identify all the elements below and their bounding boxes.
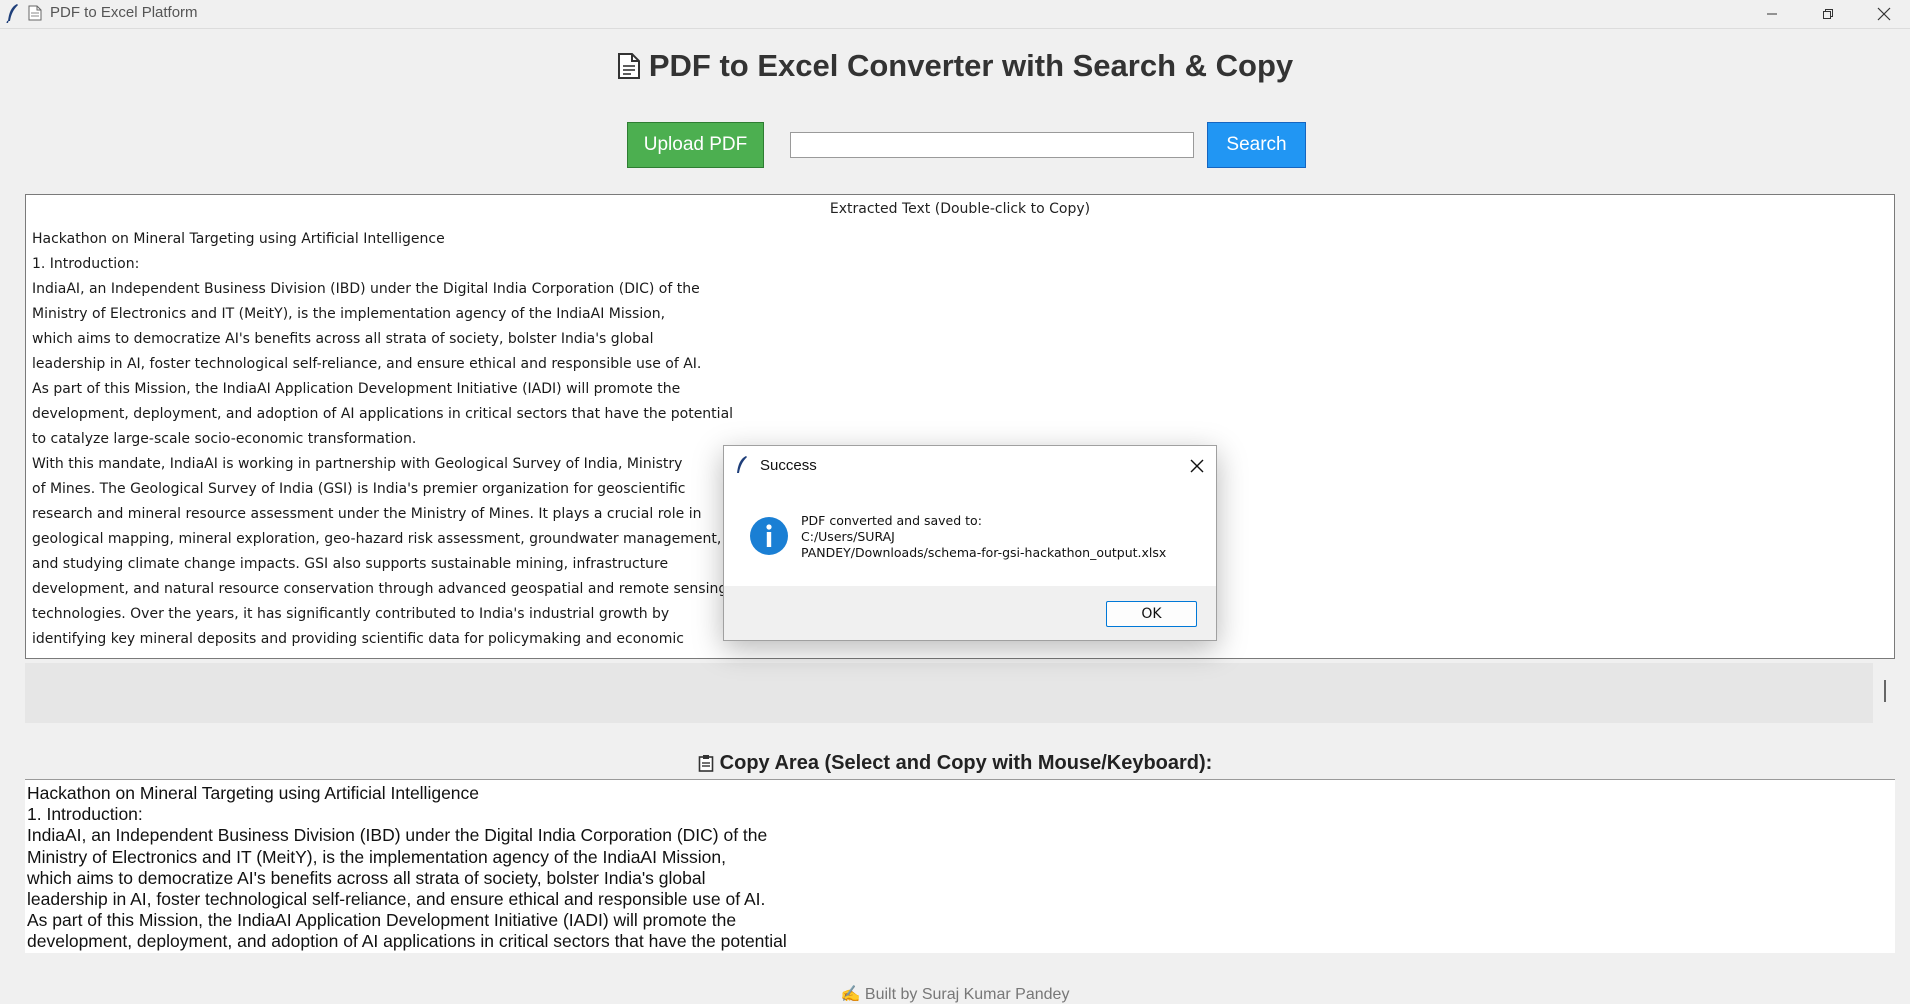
ok-button[interactable]: OK xyxy=(1106,601,1197,627)
restore-icon xyxy=(1823,9,1833,19)
list-item[interactable]: 1. Introduction: xyxy=(32,252,733,277)
minimize-button[interactable] xyxy=(1744,0,1800,28)
tk-feather-icon xyxy=(737,456,747,473)
text-line[interactable]: development, deployment, and adoption of… xyxy=(27,931,787,952)
text-line[interactable]: which aims to democratize AI's benefits … xyxy=(27,868,787,889)
list-item[interactable]: IndiaAI, an Independent Business Divisio… xyxy=(32,277,733,302)
search-button[interactable]: Search xyxy=(1207,122,1306,168)
extracted-text-list[interactable]: Hackathon on Mineral Targeting using Art… xyxy=(32,227,733,652)
close-icon xyxy=(1190,459,1204,473)
tk-feather-icon xyxy=(6,4,18,23)
text-line[interactable]: As part of this Mission, the IndiaAI App… xyxy=(27,910,787,931)
success-dialog: Success PDF converted and saved to: C:/U… xyxy=(723,445,1217,641)
copy-area-heading-text: Copy Area (Select and Copy with Mouse/Ke… xyxy=(719,752,1213,774)
upload-pdf-button[interactable]: Upload PDF xyxy=(627,122,764,168)
dialog-message-line: PDF converted and saved to: xyxy=(801,513,982,528)
dialog-body: PDF converted and saved to: C:/Users/SUR… xyxy=(724,486,1216,586)
info-icon xyxy=(750,517,788,555)
dialog-footer: OK xyxy=(724,586,1216,640)
minimize-icon xyxy=(1767,13,1777,15)
text-line[interactable]: Ministry of Electronics and IT (MeitY), … xyxy=(27,847,787,868)
list-item[interactable]: which aims to democratize AI's benefits … xyxy=(32,327,733,352)
list-item[interactable]: With this mandate, IndiaAI is working in… xyxy=(32,452,733,477)
list-item[interactable]: leadership in AI, foster technological s… xyxy=(32,352,733,377)
list-item[interactable]: Hackathon on Mineral Targeting using Art… xyxy=(32,227,733,252)
list-item[interactable]: development, and natural resource conser… xyxy=(32,577,733,602)
list-item[interactable]: to catalyze large-scale socio-economic t… xyxy=(32,427,733,452)
horizontal-scroll-area[interactable] xyxy=(25,663,1873,723)
dialog-title-bar: Success xyxy=(724,446,1216,486)
text-line[interactable]: leadership in AI, foster technological s… xyxy=(27,889,787,910)
search-input[interactable] xyxy=(790,132,1194,158)
close-window-button[interactable] xyxy=(1856,0,1910,28)
list-item[interactable]: and studying climate change impacts. GSI… xyxy=(32,552,733,577)
document-icon xyxy=(617,52,640,79)
text-line[interactable]: 1. Introduction: xyxy=(27,804,787,825)
copy-area-heading: Copy Area (Select and Copy with Mouse/Ke… xyxy=(0,752,1910,775)
page-title: PDF to Excel Converter with Search & Cop… xyxy=(0,48,1910,84)
window-title-bar: PDF to Excel Platform xyxy=(0,0,1910,29)
list-item[interactable]: Ministry of Electronics and IT (MeitY), … xyxy=(32,302,733,327)
copy-area-textbox[interactable]: Hackathon on Mineral Targeting using Art… xyxy=(25,779,1895,953)
text-line[interactable]: Hackathon on Mineral Targeting using Art… xyxy=(27,783,787,804)
page-title-text: PDF to Excel Converter with Search & Cop… xyxy=(648,48,1294,83)
list-item[interactable]: As part of this Mission, the IndiaAI App… xyxy=(32,377,733,402)
dialog-title: Success xyxy=(760,457,817,474)
dialog-close-button[interactable] xyxy=(1186,455,1208,477)
scrollbar-thumb[interactable] xyxy=(1884,680,1886,702)
document-icon xyxy=(28,5,42,21)
restore-button[interactable] xyxy=(1800,0,1856,28)
text-line[interactable]: IndiaAI, an Independent Business Divisio… xyxy=(27,825,787,846)
list-item[interactable]: of Mines. The Geological Survey of India… xyxy=(32,477,733,502)
dialog-message-line: C:/Users/SURAJ xyxy=(801,529,895,544)
clipboard-icon xyxy=(698,754,713,772)
list-item[interactable]: research and mineral resource assessment… xyxy=(32,502,733,527)
dialog-message-line: PANDEY/Downloads/schema-for-gsi-hackatho… xyxy=(801,545,1167,560)
copy-area-lines[interactable]: Hackathon on Mineral Targeting using Art… xyxy=(27,783,787,953)
footer-credit: ✍ Built by Suraj Kumar Pandey xyxy=(840,986,1070,1003)
dialog-message: PDF converted and saved to: C:/Users/SUR… xyxy=(801,513,1166,561)
list-item[interactable]: technologies. Over the years, it has sig… xyxy=(32,602,733,627)
list-item[interactable]: development, deployment, and adoption of… xyxy=(32,402,733,427)
list-item[interactable]: geological mapping, mineral exploration,… xyxy=(32,527,733,552)
window-title: PDF to Excel Platform xyxy=(50,4,198,21)
extracted-text-header: Extracted Text (Double-click to Copy) xyxy=(829,201,1091,217)
close-icon xyxy=(1877,7,1891,21)
list-item[interactable]: identifying key mineral deposits and pro… xyxy=(32,627,733,652)
